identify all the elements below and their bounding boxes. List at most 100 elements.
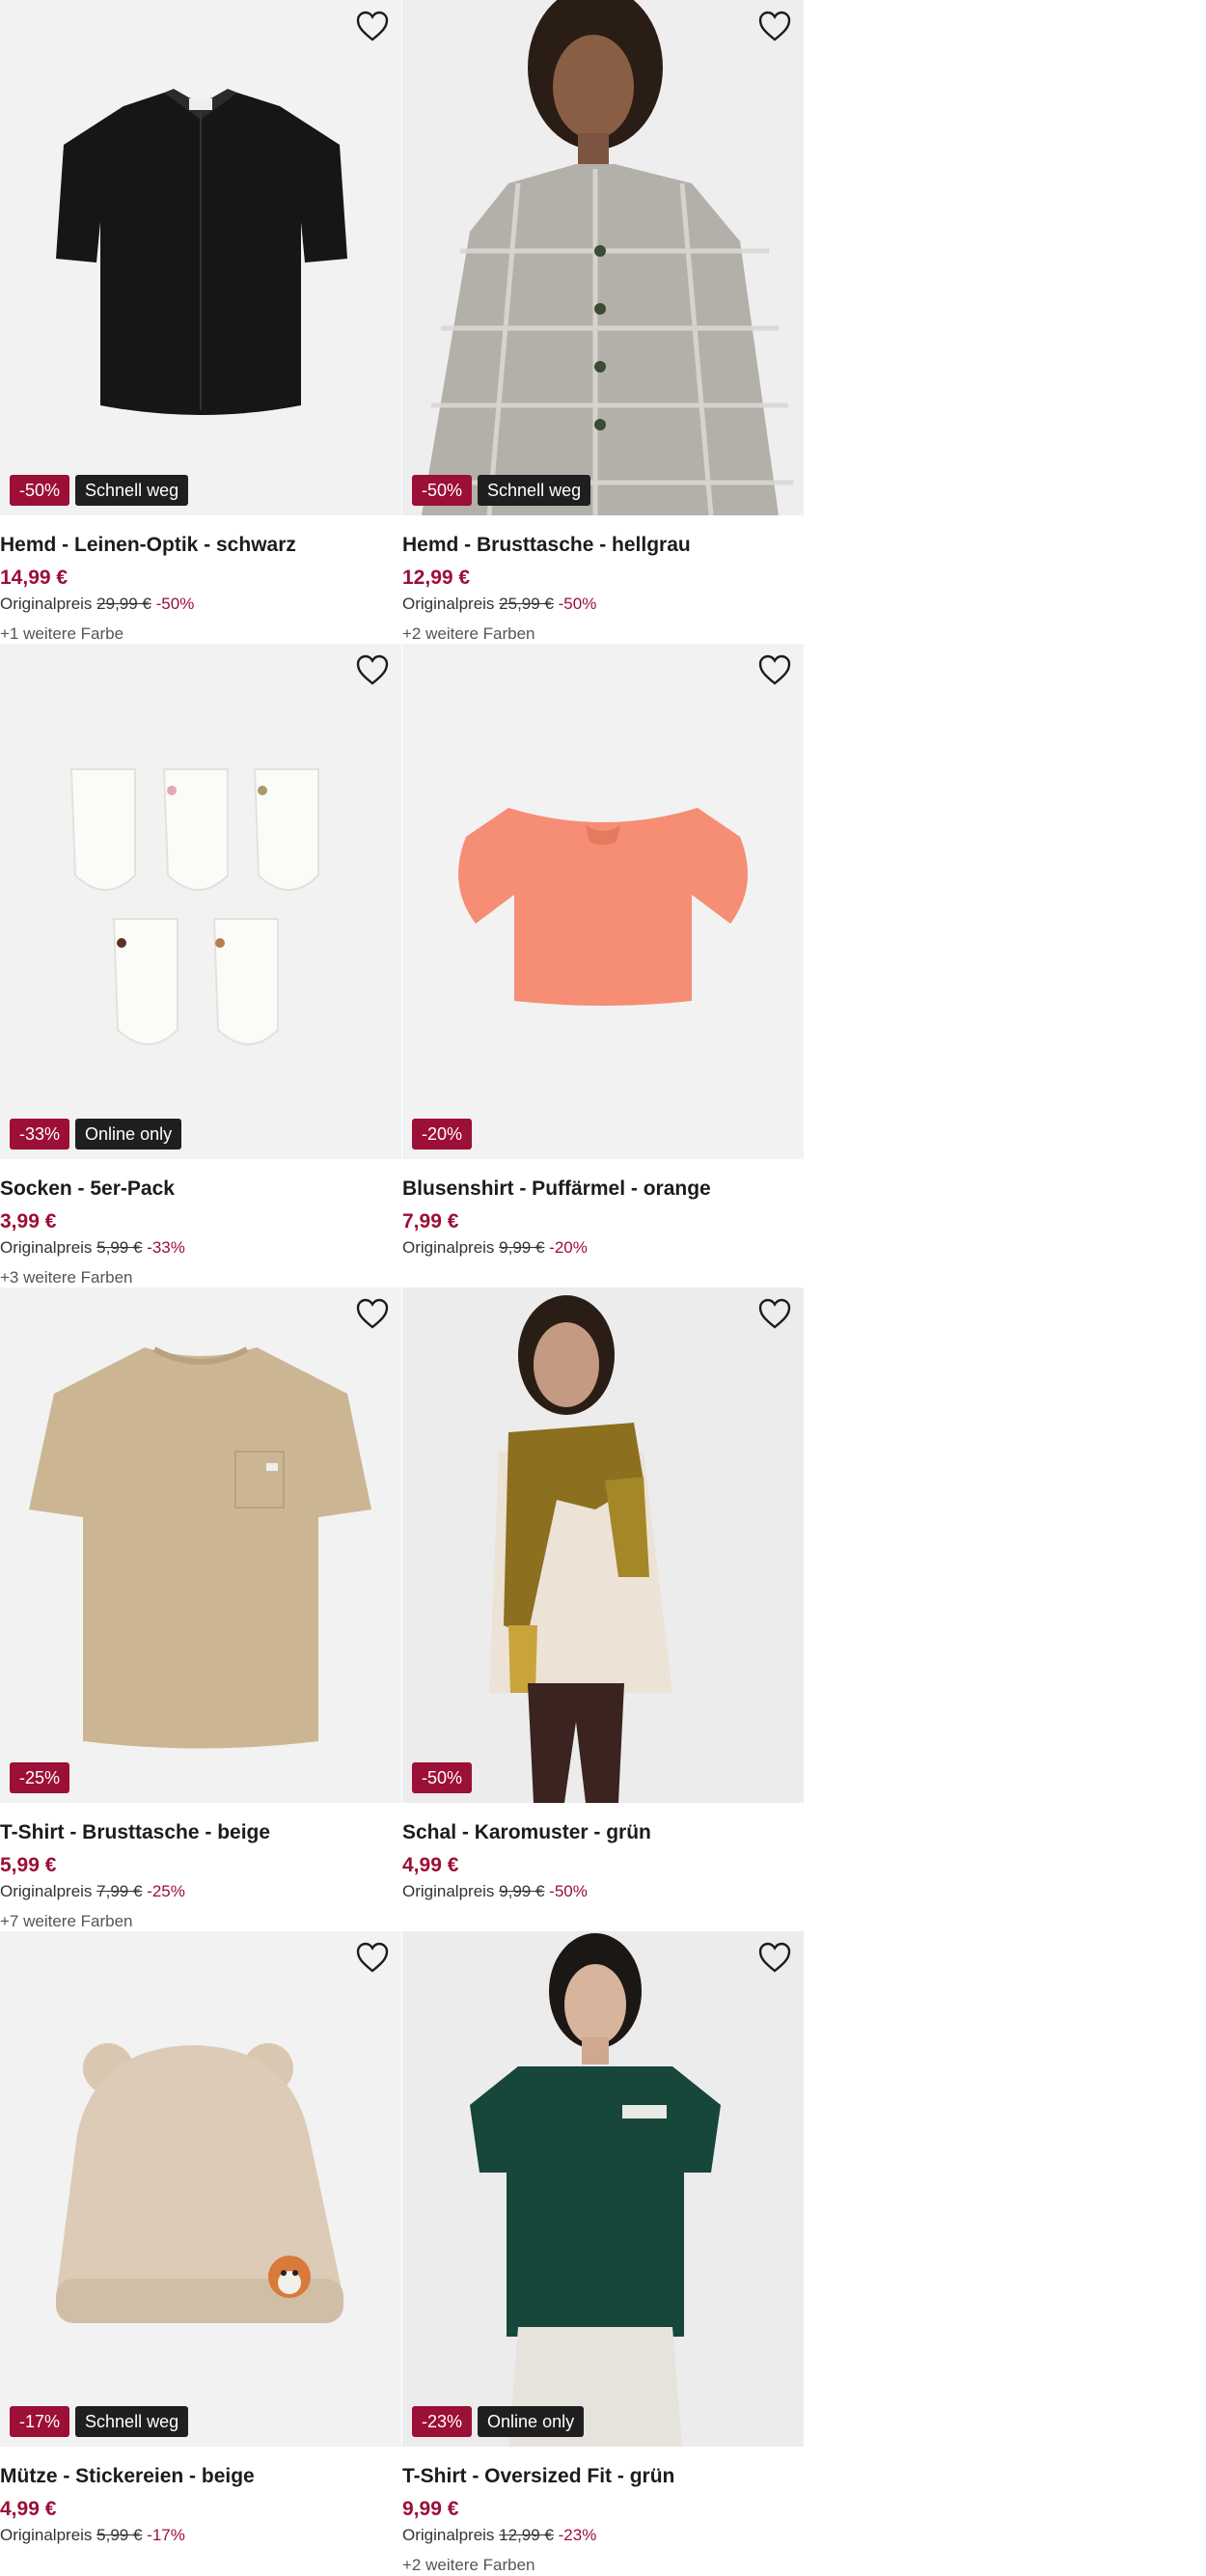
discount-badge: -33% <box>10 1119 70 1150</box>
wishlist-heart-icon[interactable] <box>355 1297 390 1330</box>
badge-group: -50% Schnell weg <box>412 475 591 506</box>
flag-badge: Online only <box>478 2406 585 2437</box>
badge-group: -25% <box>10 1762 70 1793</box>
product-card[interactable]: -17% Schnell weg Mütze - Stickereien - b… <box>0 1931 401 2547</box>
beige-tshirt-image <box>0 1288 401 1803</box>
original-price-line: Originalpreis 5,99 € -33% <box>0 1236 401 1260</box>
more-colors-text: +2 weitere Farben <box>402 2556 535 2574</box>
original-price-line: Originalpreis 9,99 € -50% <box>402 1880 804 1903</box>
product-card[interactable]: -50% Schal - Karomuster - grün 4,99 € Or… <box>402 1288 804 1903</box>
original-price-label: Originalpreis <box>0 2526 93 2544</box>
discount-percent: -50% <box>155 595 195 613</box>
product-card[interactable]: -50% Schnell weg Hemd - Leinen-Optik - s… <box>0 0 401 649</box>
black-shirt-image <box>0 0 401 515</box>
original-price-label: Originalpreis <box>402 2526 495 2544</box>
original-price: 5,99 € <box>96 1238 143 1257</box>
badge-group: -33% Online only <box>10 1119 182 1150</box>
product-info: Schal - Karomuster - grün 4,99 € Origina… <box>402 1803 804 1903</box>
product-image[interactable]: -23% Online only <box>402 1931 804 2447</box>
knit-hat-image <box>0 1931 401 2447</box>
discount-percent: -20% <box>549 1238 588 1257</box>
product-image[interactable]: -33% Online only <box>0 644 401 1159</box>
discount-badge: -17% <box>10 2406 70 2437</box>
original-price-line: Originalpreis 9,99 € -20% <box>402 1236 804 1260</box>
wishlist-heart-icon[interactable] <box>355 1941 390 1974</box>
product-price: 5,99 € <box>0 1854 57 1876</box>
original-price: 29,99 € <box>96 595 151 613</box>
product-info: Hemd - Brusttasche - hellgrau 12,99 € Or… <box>402 515 804 649</box>
product-image[interactable]: -50% Schnell weg <box>0 0 401 515</box>
wishlist-heart-icon[interactable] <box>355 653 390 686</box>
flag-badge: Schnell weg <box>75 2406 189 2437</box>
discount-percent: -17% <box>147 2526 185 2544</box>
badge-group: -50% <box>412 1762 473 1793</box>
product-card[interactable]: -25% T-Shirt - Brusttasche - beige 5,99 … <box>0 1288 401 1936</box>
product-info: Socken - 5er-Pack 3,99 € Originalpreis 5… <box>0 1159 401 1292</box>
discount-percent: -25% <box>147 1882 185 1900</box>
original-price-label: Originalpreis <box>0 595 93 613</box>
product-card[interactable]: -50% Schnell weg Hemd - Brusttasche - he… <box>402 0 804 649</box>
product-name[interactable]: Mütze - Stickereien - beige <box>0 2462 401 2491</box>
original-price-label: Originalpreis <box>402 595 495 613</box>
wishlist-heart-icon[interactable] <box>757 10 792 42</box>
green-tshirt-model-image <box>402 1931 804 2447</box>
product-image[interactable]: -17% Schnell weg <box>0 1931 401 2447</box>
original-price-line: Originalpreis 5,99 € -17% <box>0 2524 401 2547</box>
product-price: 12,99 € <box>402 567 471 589</box>
original-price: 9,99 € <box>499 1238 545 1257</box>
product-name[interactable]: T-Shirt - Brusttasche - beige <box>0 1818 401 1847</box>
product-price: 4,99 € <box>0 2498 57 2520</box>
flag-badge: Schnell weg <box>478 475 591 506</box>
product-name[interactable]: T-Shirt - Oversized Fit - grün <box>402 2462 804 2491</box>
badge-group: -17% Schnell weg <box>10 2406 189 2437</box>
orange-top-image <box>402 644 804 1159</box>
product-price: 3,99 € <box>0 1210 57 1233</box>
socks-image <box>0 644 401 1159</box>
product-info: Mütze - Stickereien - beige 4,99 € Origi… <box>0 2447 401 2547</box>
product-info: Blusenshirt - Puffärmel - orange 7,99 € … <box>402 1159 804 1260</box>
original-price-line: Originalpreis 12,99 € -23% <box>402 2524 804 2547</box>
badge-group: -23% Online only <box>412 2406 585 2437</box>
product-price: 7,99 € <box>402 1210 459 1233</box>
product-image[interactable]: -20% <box>402 644 804 1159</box>
product-info: T-Shirt - Brusttasche - beige 5,99 € Ori… <box>0 1803 401 1936</box>
product-image[interactable]: -50% <box>402 1288 804 1803</box>
product-name[interactable]: Socken - 5er-Pack <box>0 1175 401 1204</box>
discount-badge: -50% <box>412 475 473 506</box>
discount-badge: -23% <box>412 2406 473 2437</box>
wishlist-heart-icon[interactable] <box>355 10 390 42</box>
badge-group: -50% Schnell weg <box>10 475 189 506</box>
product-name[interactable]: Schal - Karomuster - grün <box>402 1818 804 1847</box>
product-card[interactable]: -20% Blusenshirt - Puffärmel - orange 7,… <box>402 644 804 1260</box>
original-price-line: Originalpreis 25,99 € -50% <box>402 593 804 616</box>
discount-percent: -50% <box>558 595 597 613</box>
original-price: 25,99 € <box>499 595 554 613</box>
plaid-shirt-model-image <box>402 0 804 515</box>
product-name[interactable]: Hemd - Brusttasche - hellgrau <box>402 531 804 560</box>
original-price-label: Originalpreis <box>0 1882 93 1900</box>
product-card[interactable]: -33% Online only Socken - 5er-Pack 3,99 … <box>0 644 401 1292</box>
original-price: 12,99 € <box>499 2526 554 2544</box>
wishlist-heart-icon[interactable] <box>757 653 792 686</box>
wishlist-heart-icon[interactable] <box>757 1297 792 1330</box>
discount-badge: -25% <box>10 1762 70 1793</box>
product-card[interactable]: -23% Online only T-Shirt - Oversized Fit… <box>402 1931 804 2576</box>
flag-badge: Schnell weg <box>75 475 189 506</box>
wishlist-heart-icon[interactable] <box>757 1941 792 1974</box>
product-price: 9,99 € <box>402 2498 459 2520</box>
original-price-label: Originalpreis <box>402 1882 495 1900</box>
product-info: T-Shirt - Oversized Fit - grün 9,99 € Or… <box>402 2447 804 2576</box>
badge-group: -20% <box>412 1119 473 1150</box>
product-info: Hemd - Leinen-Optik - schwarz 14,99 € Or… <box>0 515 401 649</box>
product-image[interactable]: -50% Schnell weg <box>402 0 804 515</box>
original-price-label: Originalpreis <box>402 1238 495 1257</box>
original-price: 7,99 € <box>96 1882 143 1900</box>
product-image[interactable]: -25% <box>0 1288 401 1803</box>
discount-badge: -20% <box>412 1119 473 1150</box>
discount-percent: -50% <box>549 1882 588 1900</box>
discount-badge: -50% <box>10 475 70 506</box>
product-name[interactable]: Hemd - Leinen-Optik - schwarz <box>0 531 401 560</box>
discount-badge: -50% <box>412 1762 473 1793</box>
original-price: 5,99 € <box>96 2526 143 2544</box>
product-name[interactable]: Blusenshirt - Puffärmel - orange <box>402 1175 804 1204</box>
